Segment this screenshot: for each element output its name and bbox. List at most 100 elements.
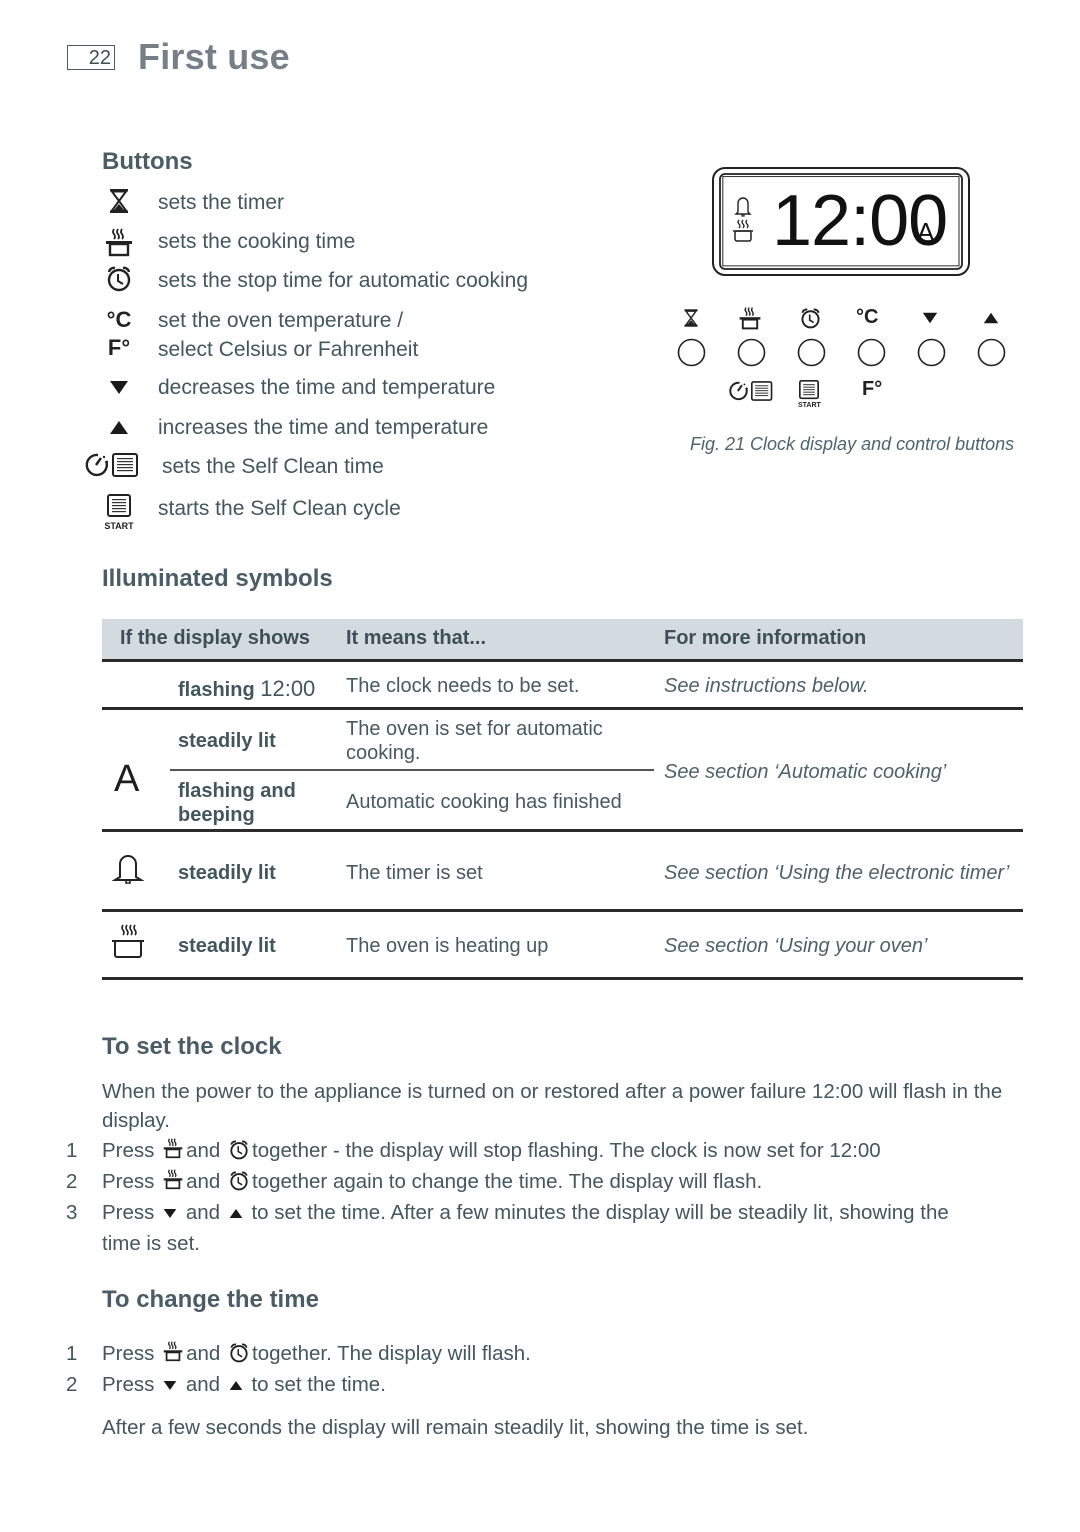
table-rule: [102, 829, 1023, 832]
button-item-self-clean-time: sets the Self Clean time: [80, 452, 600, 481]
down-arrow-icon: [163, 1380, 177, 1391]
increase-button[interactable]: [977, 338, 1006, 367]
row-state: steadily lit: [178, 935, 276, 957]
down-arrow-icon: [163, 1208, 177, 1219]
row-meaning: The timer is set: [346, 862, 483, 884]
fahrenheit-glyph: F°: [107, 335, 131, 360]
row-state: steadily lit: [178, 862, 276, 884]
set-clock-intro: When the power to the appliance is turne…: [102, 1080, 1003, 1132]
step-text: and: [185, 1373, 221, 1396]
set-clock-step-1: 1 Press and together - the display will s…: [66, 1136, 1026, 1165]
up-arrow-icon: [229, 1208, 243, 1219]
display-pot-icon: [732, 219, 754, 243]
illuminated-heading: Illuminated symbols: [102, 565, 333, 592]
start-label: START: [104, 521, 134, 531]
step-text: Press: [102, 1373, 155, 1396]
button-item-timer: sets the timer: [80, 188, 600, 217]
table-rule: [102, 707, 1023, 710]
step-text: and: [186, 1139, 221, 1162]
buttons-heading: Buttons: [102, 148, 193, 175]
table-header: If the display shows It means that... Fo…: [102, 619, 1023, 659]
row-info: See section ‘Using the electronic timer’: [664, 862, 1010, 884]
change-time-step-2: 2 Press and to set the time.: [66, 1370, 1026, 1399]
bell-icon: [112, 855, 144, 885]
step-text: together. The display will flash.: [252, 1342, 531, 1365]
display-auto-indicator: A: [917, 217, 935, 247]
step-number: 1: [66, 1139, 78, 1162]
step-text: and: [185, 1201, 221, 1224]
button-item-increase: increases the time and temperature: [80, 413, 600, 442]
step-text: and: [186, 1170, 221, 1193]
button-item-text: sets the stop time for automatic cooking: [158, 269, 529, 292]
cooking-pot-icon: [163, 1136, 183, 1160]
row-meaning: Automatic cooking has finished: [346, 791, 622, 813]
cooking-pot-icon: [110, 923, 146, 959]
alarm-clock-icon: [229, 1343, 249, 1363]
column-header: It means that...: [346, 627, 487, 649]
page-title: First use: [138, 36, 290, 77]
set-clock-step-3: 3 Press and to set the time. After a few …: [66, 1198, 1026, 1227]
celsius-glyph: °C: [856, 306, 879, 328]
stop-time-button[interactable]: [797, 338, 826, 367]
display-bell-icon: [734, 197, 752, 217]
button-item-cooking-time: sets the cooking time: [80, 227, 600, 257]
table-rule: [102, 977, 1023, 980]
row-state: flashing and beeping: [178, 780, 296, 826]
decrease-button[interactable]: [917, 338, 946, 367]
row-state: flashing 12:00: [178, 676, 316, 702]
row-info: See instructions below.: [664, 675, 869, 697]
set-clock-step-3-cont: time is set.: [102, 1232, 200, 1255]
row-symbol-auto: A: [114, 758, 140, 800]
step-number: 2: [66, 1170, 78, 1193]
hourglass-icon: [80, 188, 158, 214]
button-item-text: increases the time and temperature: [158, 416, 489, 439]
row-meaning: The oven is heating up: [346, 935, 549, 957]
celsius-fahrenheit-icon: °C F°: [80, 306, 158, 362]
table-rule: [102, 909, 1023, 912]
button-item-text: sets the cooking time: [158, 230, 356, 253]
change-time-step-1: 1 Press and together. The display will fl…: [66, 1339, 1026, 1368]
subrow-divider: [170, 769, 654, 771]
celsius-glyph: °C: [106, 307, 132, 332]
row-info: See section ‘Using your oven’: [664, 935, 928, 957]
step-text: Press: [102, 1170, 155, 1193]
step-number: 3: [66, 1201, 78, 1224]
up-arrow-icon: [229, 1380, 243, 1391]
step-number: 2: [66, 1373, 78, 1396]
button-item-stop-time: sets the stop time for automatic cooking: [80, 266, 600, 295]
button-item-text: starts the Self Clean cycle: [158, 497, 401, 520]
button-item-text: sets the Self Clean time: [162, 455, 384, 478]
alarm-clock-icon: [229, 1171, 249, 1191]
up-arrow-icon: [983, 312, 999, 324]
step-text: Press: [102, 1139, 155, 1162]
button-item-text: sets the timer: [158, 191, 285, 214]
cooking-time-button[interactable]: [737, 338, 766, 367]
alarm-clock-icon: [800, 308, 821, 329]
self-clean-start-icon: START: [80, 494, 158, 531]
timer-button[interactable]: [677, 338, 706, 367]
self-clean-timer-icon: [80, 452, 162, 478]
temperature-button[interactable]: [857, 338, 886, 367]
control-icons-row: °C: [676, 306, 1012, 330]
table-rule: [102, 659, 1023, 662]
figure-caption: Fig. 21 Clock display and control button…: [690, 434, 1015, 454]
row-info: See section ‘Automatic cooking’: [664, 761, 947, 783]
cooking-pot-icon: [163, 1339, 183, 1363]
cooking-pot-icon: [163, 1167, 183, 1191]
set-clock-step-2: 2 Press and together again to change the …: [66, 1167, 1026, 1196]
step-text: to set the time. After a few minutes the…: [251, 1201, 949, 1224]
step-text: to set the time.: [251, 1373, 386, 1396]
button-item-self-clean-start: START starts the Self Clean cycle: [80, 494, 600, 531]
row-state: steadily lit: [178, 730, 276, 752]
step-text: Press: [102, 1201, 155, 1224]
control-buttons-row: [676, 338, 1016, 368]
down-arrow-icon: [922, 312, 938, 324]
button-item-text-2: select Celsius or Fahrenheit: [158, 338, 419, 361]
step-text: together - the display will stop flashin…: [252, 1139, 881, 1162]
button-item-decrease: decreases the time and temperature: [80, 373, 600, 402]
cooking-pot-icon: [80, 227, 158, 257]
alarm-clock-icon: [80, 266, 158, 292]
control-secondary-icons: START F°: [728, 378, 898, 414]
clock-display: 12:00 A: [712, 167, 970, 276]
change-time-heading: To change the time: [102, 1286, 319, 1313]
